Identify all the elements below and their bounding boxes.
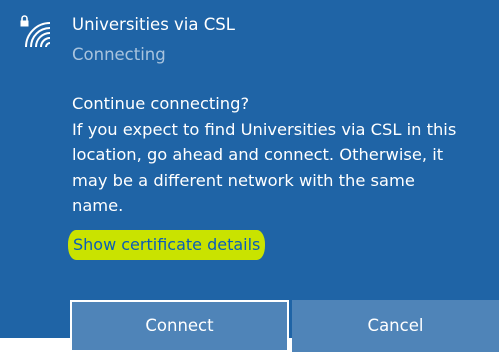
message-line: name. (72, 196, 124, 215)
message-line: may be a different network with the same (72, 170, 415, 190)
wifi-secured-icon (16, 14, 52, 52)
network-connect-panel: Universities via CSL Connecting Continue… (0, 0, 499, 338)
message-line: If you expect to find Universities via C… (72, 119, 457, 139)
network-name: Universities via CSL (72, 15, 235, 34)
message-line: location, go ahead and connect. Otherwis… (72, 145, 444, 164)
cancel-button[interactable]: Cancel (292, 300, 499, 352)
connect-button[interactable]: Connect (70, 300, 289, 352)
connect-message: Continue connecting? If you expect to fi… (72, 91, 496, 219)
message-question: Continue connecting? (72, 94, 250, 113)
show-certificate-details-link[interactable]: Show certificate details (68, 230, 266, 260)
network-status: Connecting (72, 45, 166, 64)
